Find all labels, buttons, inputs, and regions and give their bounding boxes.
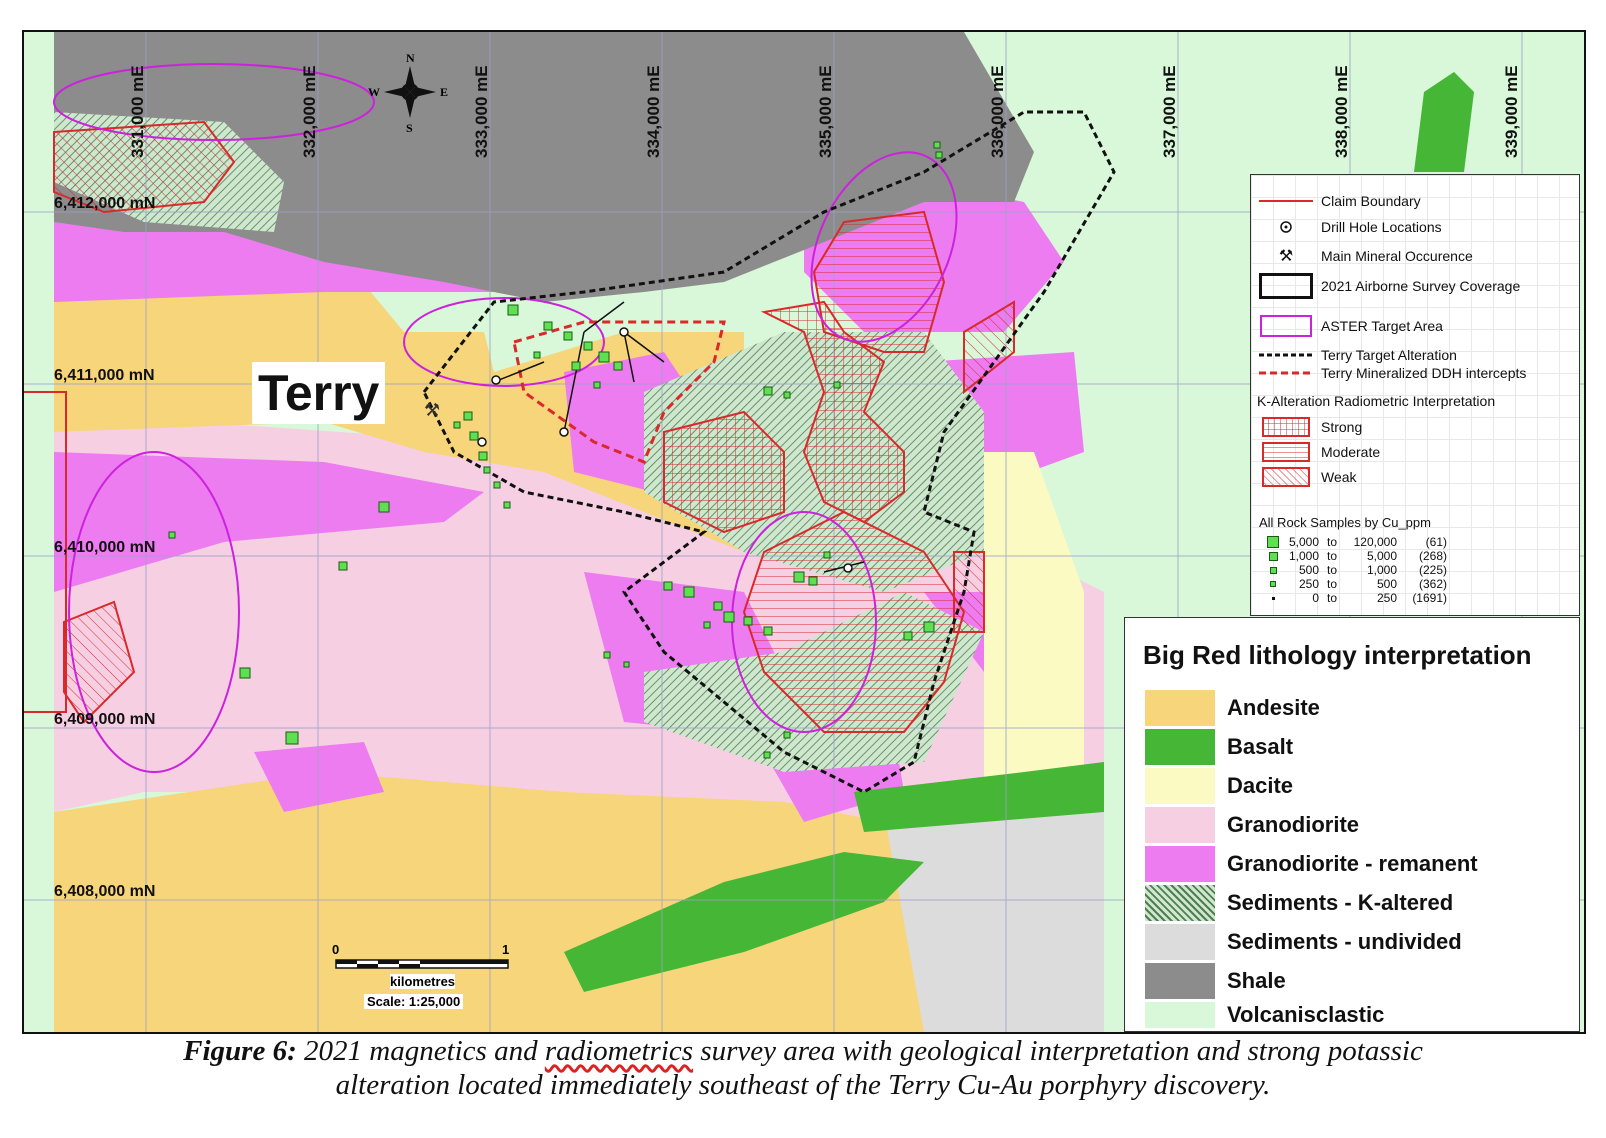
cu-class-row: 250 to 500 (362) [1261, 577, 1447, 591]
red-line-icon [1259, 200, 1313, 202]
legend-claim-boundary: Claim Boundary [1259, 193, 1421, 209]
cu-title: All Rock Samples by Cu_ppm [1259, 515, 1431, 530]
cu-class-row: 1,000 to 5,000 (268) [1261, 549, 1447, 563]
legend-terry-target: Terry Target Alteration [1259, 347, 1457, 363]
magenta-box-icon [1260, 315, 1312, 337]
easting-label: 337,000 mE [1160, 65, 1179, 158]
legend-k-strong: Strong [1259, 417, 1362, 437]
andesite-swatch [1145, 690, 1215, 726]
legend-unit-dacite: Dacite [1145, 768, 1293, 804]
legend-mineral-occurrence: ⚒ Main Mineral Occurence [1278, 248, 1473, 265]
compass-n: N [406, 51, 415, 65]
black-box-icon [1259, 273, 1313, 299]
northing-label: 6,408,000 mN [54, 883, 156, 900]
caption-label: Figure 6: [183, 1035, 297, 1067]
legend-unit-granodiorite: Granodiorite [1145, 807, 1359, 843]
k-alteration-title: K-Alteration Radiometric Interpretation [1257, 393, 1496, 409]
crossed-hammers-icon: ⚒ [1278, 248, 1294, 265]
sediments-undivided-swatch [1145, 924, 1215, 960]
scale-one: 1 [502, 942, 510, 957]
easting-label: 336,000 mE [988, 65, 1007, 158]
easting-label: 331,000 mE [128, 65, 147, 158]
red-dash-icon [1259, 371, 1313, 375]
lithology-legend: Big Red lithology interpretation Andesit… [1124, 617, 1580, 1032]
legend-unit-andesite: Andesite [1145, 690, 1320, 726]
figure-caption: Figure 6: 2021 magnetics and radiometric… [0, 1034, 1606, 1102]
cu-class-row: 0 to 250 (1691) [1261, 591, 1447, 605]
legend-terry-ddh: Terry Mineralized DDH intercepts [1259, 365, 1526, 381]
legend-survey-coverage: 2021 Airborne Survey Coverage [1259, 273, 1520, 299]
scale-ratio: Scale: 1:25,000 [364, 994, 464, 1009]
compass-w: W [368, 85, 380, 99]
easting-label: 333,000 mE [472, 65, 491, 158]
black-dash-icon [1259, 353, 1313, 357]
cu-square-icon [1268, 551, 1278, 561]
caption-text-b: survey area with geological interpretati… [700, 1035, 1423, 1067]
legend-unit-basalt: Basalt [1145, 729, 1293, 765]
volcaniclastic-swatch [1145, 1002, 1215, 1028]
caption-underlined: radiometrics [544, 1035, 694, 1067]
shale-swatch [1145, 963, 1215, 999]
compass-s: S [406, 121, 413, 135]
lithology-legend-title: Big Red lithology interpretation [1143, 640, 1532, 670]
easting-label: 334,000 mE [644, 65, 663, 158]
legend-aster-target: ASTER Target Area [1259, 315, 1443, 337]
easting-label: 339,000 mE [1502, 65, 1521, 158]
symbol-legend: Claim Boundary Drill Hole Locations ⚒ Ma… [1250, 174, 1580, 616]
cu-square-icon [1270, 581, 1276, 587]
scale-zero: 0 [332, 942, 340, 957]
legend-unit-shale: Shale [1145, 963, 1286, 999]
easting-label: 338,000 mE [1332, 65, 1351, 158]
strong-pattern-icon [1262, 417, 1310, 437]
moderate-pattern-icon [1262, 442, 1310, 462]
map-frame: N S E W ⚒ 331,000 mE 332,000 mE 333,000 … [22, 30, 1586, 1034]
legend-k-moderate: Moderate [1259, 442, 1380, 462]
place-label-terry: Terry [252, 362, 386, 424]
sediments-kaltered-swatch [1145, 885, 1215, 921]
scale-bar: 0 1 kilometres Scale: 1:25,000 [332, 942, 522, 1022]
cu-dot-icon [1271, 596, 1275, 600]
easting-label: 332,000 mE [300, 65, 319, 158]
basalt-swatch [1145, 729, 1215, 765]
northing-label: 6,409,000 mN [54, 711, 156, 728]
compass-e: E [440, 85, 448, 99]
caption-line2: alteration located immediately southeast… [335, 1069, 1271, 1101]
dacite-swatch [1145, 768, 1215, 804]
legend-unit-volcaniclastic: Volcanisclastic [1145, 1002, 1384, 1028]
legend-drill-holes: Drill Hole Locations [1259, 219, 1442, 235]
scale-bar-graphic [335, 959, 509, 969]
weak-pattern-icon [1262, 467, 1310, 487]
cu-square-icon [1269, 566, 1277, 574]
legend-unit-granodiorite-remanent: Granodiorite - remanent [1145, 846, 1478, 882]
northing-label: 6,410,000 mN [54, 539, 156, 556]
cu-class-row: 5,000 to 120,000 (61) [1261, 535, 1447, 549]
drill-hole-icon [1280, 221, 1292, 233]
legend-k-weak: Weak [1259, 467, 1357, 487]
caption-text-a: 2021 magnetics and [304, 1035, 538, 1067]
easting-label: 335,000 mE [816, 65, 835, 158]
granodiorite-remanent-swatch [1145, 846, 1215, 882]
northing-label: 6,411,000 mN [54, 367, 155, 384]
scale-units: kilometres [390, 974, 456, 989]
cu-square-icon [1267, 536, 1279, 548]
legend-unit-sediments-kaltered: Sediments - K-altered [1145, 885, 1453, 921]
granodiorite-swatch [1145, 807, 1215, 843]
mineral-occurrence-icon: ⚒ [424, 400, 440, 420]
cu-class-row: 500 to 1,000 (225) [1261, 563, 1447, 577]
legend-unit-sediments-undivided: Sediments - undivided [1145, 924, 1462, 960]
northing-label: 6,412,000 mN [54, 195, 156, 212]
